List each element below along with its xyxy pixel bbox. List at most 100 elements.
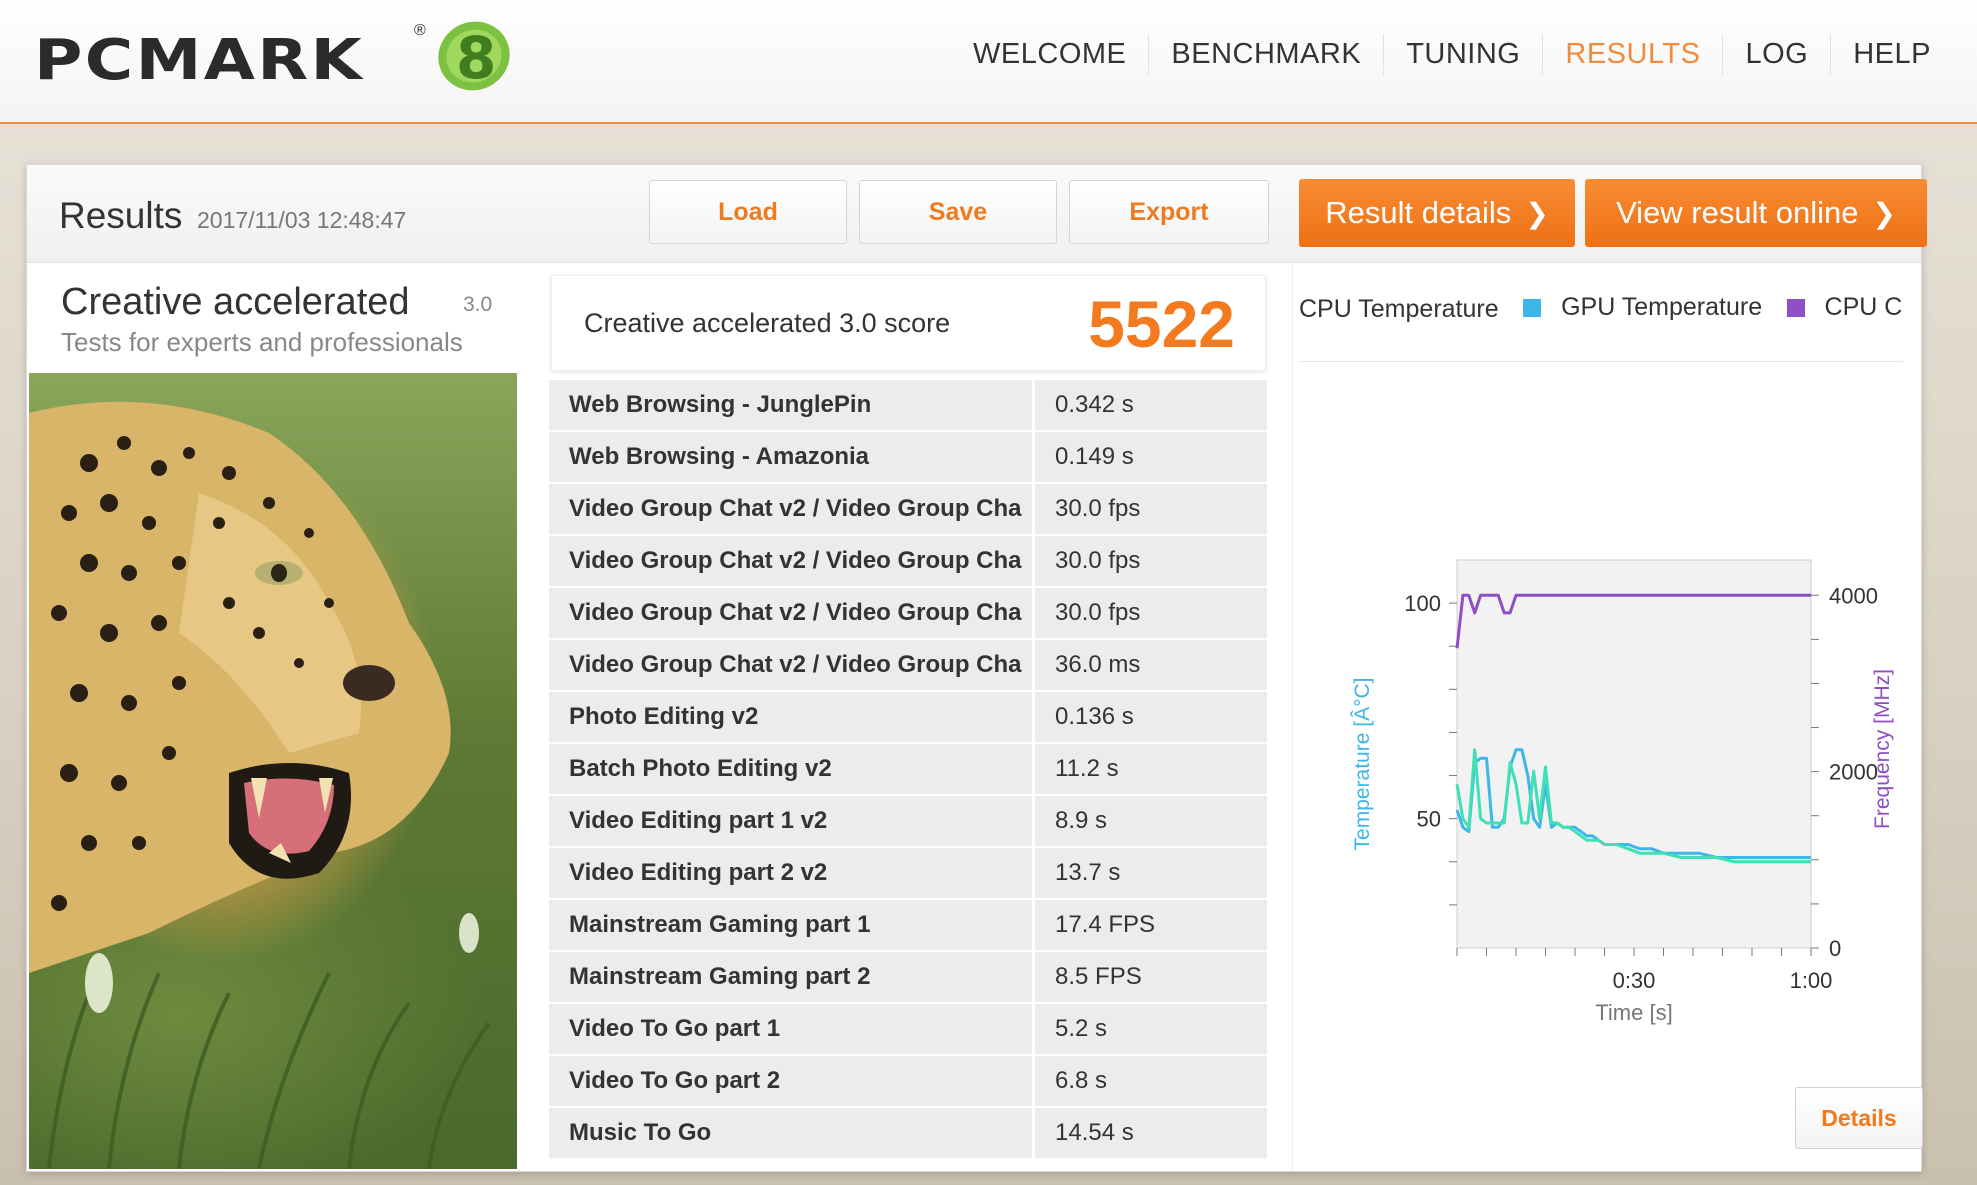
table-row: Photo Editing v2 0.136 s bbox=[549, 692, 1267, 742]
chart-legend: CPU Temperature GPU Temperature CPU Clo bbox=[1299, 293, 1903, 353]
table-row: Video Group Chat v2 / Video Group Cha 30.… bbox=[549, 588, 1267, 638]
row-name: Mainstream Gaming part 1 bbox=[549, 900, 1032, 950]
logo-eight-text: 8 bbox=[456, 24, 496, 92]
chevron-right-icon: ❯ bbox=[1872, 197, 1896, 229]
row-name: Video To Go part 2 bbox=[549, 1056, 1032, 1106]
row-value: 36.0 ms bbox=[1035, 640, 1267, 690]
table-row: Video Group Chat v2 / Video Group Cha 30.… bbox=[549, 484, 1267, 534]
result-details-button[interactable]: Result details ❯ bbox=[1299, 179, 1575, 247]
row-name: Photo Editing v2 bbox=[549, 692, 1032, 742]
table-row: Web Browsing - JunglePin 0.342 s bbox=[549, 380, 1267, 430]
y-right-axis-label: Frequency [MHz] bbox=[1871, 669, 1894, 829]
column-divider bbox=[1292, 263, 1293, 1171]
score-label: Creative accelerated 3.0 score bbox=[584, 308, 951, 338]
logo-eight-leaf-icon: 8 bbox=[438, 21, 510, 92]
nav-results[interactable]: RESULTS bbox=[1542, 34, 1722, 75]
legend-item[interactable]: CPU Clo bbox=[1786, 293, 1903, 322]
table-row: Music To Go 14.54 s bbox=[549, 1108, 1267, 1158]
nav-help[interactable]: HELP bbox=[1830, 34, 1953, 75]
results-timestamp: 2017/11/03 12:48:47 bbox=[197, 207, 407, 233]
results-table: Web Browsing - JunglePin 0.342 s Web Brow… bbox=[549, 380, 1267, 1160]
export-button[interactable]: Export bbox=[1069, 180, 1269, 244]
nav-benchmark[interactable]: BENCHMARK bbox=[1148, 34, 1383, 75]
x-tick-label: 0:30 bbox=[1613, 968, 1656, 993]
row-value: 5.2 s bbox=[1035, 1004, 1267, 1054]
row-name: Video Editing part 1 v2 bbox=[549, 796, 1032, 846]
view-result-online-button[interactable]: View result online ❯ bbox=[1585, 179, 1927, 247]
leopard-illustration bbox=[29, 401, 491, 1169]
logo-registered-mark: ® bbox=[414, 22, 426, 39]
results-header: Results 2017/11/03 12:48:47 Load Save Ex… bbox=[27, 165, 1927, 263]
test-info: Creative accelerated 3.0 Tests for exper… bbox=[27, 263, 517, 1171]
row-value: 17.4 FPS bbox=[1035, 900, 1267, 950]
row-value: 8.9 s bbox=[1035, 796, 1267, 846]
details-button[interactable]: Details bbox=[1795, 1087, 1923, 1149]
result-details-label: Result details bbox=[1325, 195, 1512, 230]
table-row: Video Group Chat v2 / Video Group Cha 36.… bbox=[549, 640, 1267, 690]
row-value: 30.0 fps bbox=[1035, 536, 1267, 586]
table-row: Video Editing part 1 v2 8.9 s bbox=[549, 796, 1267, 846]
y-left-tick-label: 50 bbox=[1417, 807, 1441, 832]
app-header: PCMARK ® 8 WELCOME BENCHMARK TUNING RESU… bbox=[0, 0, 1977, 124]
row-name: Web Browsing - Amazonia bbox=[549, 432, 1032, 482]
legend-divider bbox=[1299, 361, 1903, 362]
results-title: Results bbox=[59, 195, 183, 236]
row-value: 8.5 FPS bbox=[1035, 952, 1267, 1002]
table-row: Video To Go part 2 6.8 s bbox=[549, 1056, 1267, 1106]
row-name: Mainstream Gaming part 2 bbox=[549, 952, 1032, 1002]
nav-log[interactable]: LOG bbox=[1722, 34, 1830, 75]
x-axis-label: Time [s] bbox=[1595, 1000, 1672, 1025]
leopard-photo bbox=[29, 373, 517, 1169]
y-right-tick-label: 4000 bbox=[1829, 583, 1878, 608]
y-right-tick-label: 0 bbox=[1829, 936, 1841, 961]
monitoring-chart: 100504000200000:30 1:00Time [s]Temperatur… bbox=[1351, 559, 1894, 1025]
legend-label: CPU Clo bbox=[1824, 293, 1903, 321]
row-name: Video Group Chat v2 / Video Group Cha bbox=[549, 484, 1032, 534]
score-box: Creative accelerated 3.0 score 5522 bbox=[551, 275, 1266, 371]
view-result-online-label: View result online bbox=[1616, 195, 1859, 230]
row-value: 14.54 s bbox=[1035, 1108, 1267, 1158]
save-button[interactable]: Save bbox=[859, 180, 1057, 244]
row-name: Video To Go part 1 bbox=[549, 1004, 1032, 1054]
row-name: Video Group Chat v2 / Video Group Cha bbox=[549, 640, 1032, 690]
score-value: 5522 bbox=[1088, 287, 1235, 361]
table-row: Video Group Chat v2 / Video Group Cha 30.… bbox=[549, 536, 1267, 586]
legend-swatch bbox=[1786, 298, 1805, 317]
legend-label: CPU Temperature bbox=[1299, 294, 1499, 323]
row-value: 6.8 s bbox=[1035, 1056, 1267, 1106]
row-name: Music To Go bbox=[549, 1108, 1032, 1158]
row-value: 11.2 s bbox=[1035, 744, 1267, 794]
test-title: Creative accelerated bbox=[61, 281, 410, 323]
y-left-axis-label: Temperature [Â°C] bbox=[1351, 678, 1374, 851]
row-name: Web Browsing - JunglePin bbox=[549, 380, 1032, 430]
row-value: 13.7 s bbox=[1035, 848, 1267, 898]
row-name: Video Group Chat v2 / Video Group Cha bbox=[549, 536, 1032, 586]
legend-label: GPU Temperature bbox=[1561, 293, 1763, 321]
nav-welcome[interactable]: WELCOME bbox=[951, 34, 1148, 75]
plot-area bbox=[1456, 559, 1812, 949]
row-value: 30.0 fps bbox=[1035, 588, 1267, 638]
row-value: 0.342 s bbox=[1035, 380, 1267, 430]
row-value: 30.0 fps bbox=[1035, 484, 1267, 534]
row-value: 0.136 s bbox=[1035, 692, 1267, 742]
test-subtitle: Tests for experts and professionals bbox=[61, 327, 463, 357]
table-row: Video Editing part 2 v2 13.7 s bbox=[549, 848, 1267, 898]
y-left-tick-label: 100 bbox=[1404, 591, 1441, 616]
pcmark-logo: PCMARK ® 8 bbox=[34, 21, 514, 94]
legend-swatch bbox=[1523, 298, 1542, 317]
main-nav: WELCOME BENCHMARK TUNING RESULTS LOG HEL… bbox=[951, 34, 1953, 75]
table-row: Mainstream Gaming part 1 17.4 FPS bbox=[549, 900, 1267, 950]
row-name: Batch Photo Editing v2 bbox=[549, 744, 1032, 794]
table-row: Mainstream Gaming part 2 8.5 FPS bbox=[549, 952, 1267, 1002]
nav-tuning[interactable]: TUNING bbox=[1383, 34, 1542, 75]
logo-text: PCMARK bbox=[34, 28, 365, 93]
table-row: Web Browsing - Amazonia 0.149 s bbox=[549, 432, 1267, 482]
legend-item[interactable]: GPU Temperature bbox=[1523, 293, 1762, 322]
row-name: Video Editing part 2 v2 bbox=[549, 848, 1032, 898]
results-panel: Results 2017/11/03 12:48:47 Load Save Ex… bbox=[26, 164, 1927, 1172]
x-tick-label: 1:00 bbox=[1790, 968, 1833, 993]
load-button[interactable]: Load bbox=[649, 180, 847, 244]
legend-item[interactable]: CPU Temperature bbox=[1299, 295, 1499, 324]
test-version: 3.0 bbox=[463, 293, 493, 316]
row-value: 0.149 s bbox=[1035, 432, 1267, 482]
